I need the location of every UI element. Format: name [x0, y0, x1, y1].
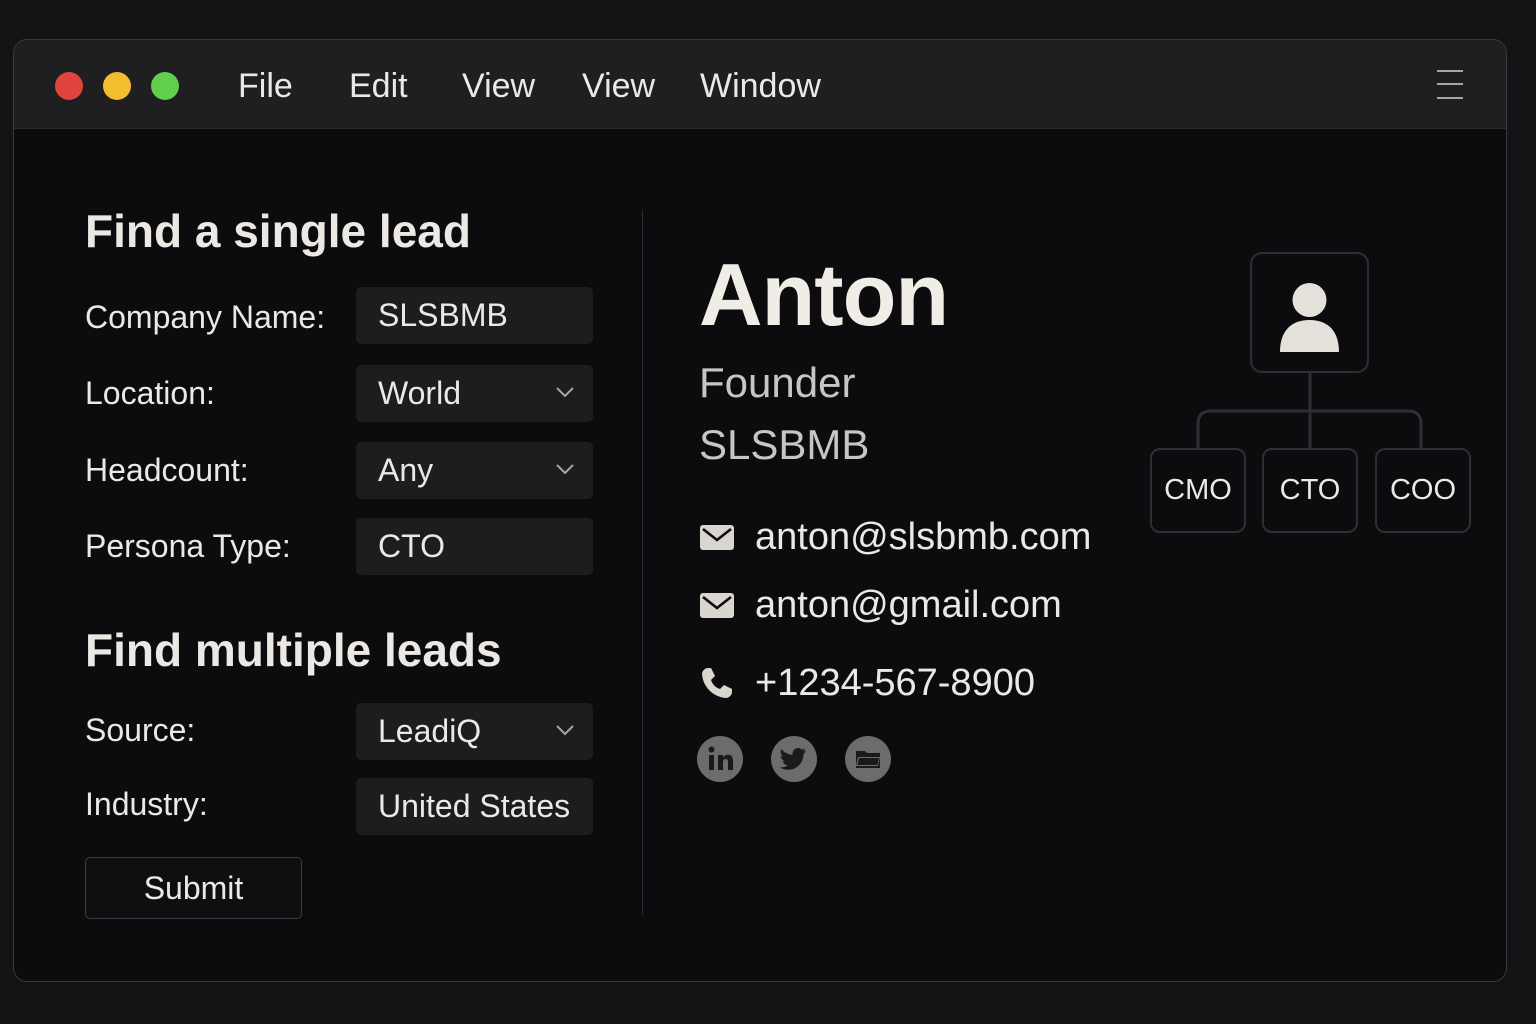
- contact-phone-text: +1234-567-8900: [755, 662, 1035, 704]
- chevron-down-icon: [556, 725, 574, 736]
- menu-view-2[interactable]: View: [582, 66, 655, 106]
- persona-type-input[interactable]: CTO: [356, 518, 593, 575]
- lead-name: Anton: [699, 245, 949, 344]
- lead-role: Founder: [699, 359, 856, 406]
- industry-label: Industry:: [85, 786, 208, 822]
- org-chart-root[interactable]: [1250, 252, 1369, 373]
- linkedin-icon[interactable]: [697, 736, 743, 782]
- source-select[interactable]: LeadiQ: [356, 703, 593, 760]
- industry-input[interactable]: United States: [356, 778, 593, 835]
- industry-value: United States: [378, 788, 571, 824]
- menu-edit[interactable]: Edit: [349, 66, 408, 106]
- multiple-leads-title: Find multiple leads: [85, 624, 502, 676]
- twitter-icon[interactable]: [771, 736, 817, 782]
- headcount-value: Any: [378, 452, 434, 488]
- location-select[interactable]: World: [356, 365, 593, 422]
- org-node-cmo[interactable]: CMO: [1150, 448, 1246, 533]
- company-name-value: SLSBMB: [378, 297, 508, 333]
- headcount-select[interactable]: Any: [356, 442, 593, 499]
- persona-type-value: CTO: [378, 528, 445, 564]
- headcount-label: Headcount:: [85, 452, 249, 488]
- mail-icon: [700, 525, 734, 550]
- title-bar: File Edit View View Window: [14, 40, 1506, 129]
- minimize-window-button[interactable]: [103, 72, 131, 100]
- company-name-input[interactable]: SLSBMB: [356, 287, 593, 344]
- org-node-coo[interactable]: COO: [1375, 448, 1471, 533]
- mail-icon: [700, 593, 734, 618]
- chevron-down-icon: [556, 387, 574, 398]
- menu-view[interactable]: View: [462, 66, 535, 106]
- lead-company: SLSBMB: [699, 421, 870, 468]
- source-value: LeadiQ: [378, 713, 482, 749]
- submit-button[interactable]: Submit: [85, 857, 302, 919]
- location-value: World: [378, 375, 461, 411]
- single-lead-title: Find a single lead: [85, 205, 471, 257]
- company-name-label: Company Name:: [85, 299, 326, 335]
- person-icon: [1280, 283, 1339, 352]
- zoom-window-button[interactable]: [151, 72, 179, 100]
- app-window: File Edit View View Window Find a single…: [13, 39, 1507, 982]
- phone-icon: [702, 668, 732, 698]
- hamburger-menu-icon[interactable]: [1437, 70, 1463, 100]
- chevron-down-icon: [556, 464, 574, 475]
- contact-email-personal-text: anton@gmail.com: [755, 584, 1062, 626]
- folder-icon[interactable]: [845, 736, 891, 782]
- source-label: Source:: [85, 712, 196, 748]
- menu-file[interactable]: File: [238, 66, 293, 106]
- close-window-button[interactable]: [55, 72, 83, 100]
- contact-email-work-text: anton@slsbmb.com: [755, 516, 1092, 558]
- persona-type-label: Persona Type:: [85, 528, 291, 564]
- menu-window[interactable]: Window: [700, 66, 821, 106]
- panel-divider: [642, 210, 643, 915]
- org-node-cto[interactable]: CTO: [1262, 448, 1358, 533]
- location-label: Location:: [85, 375, 215, 411]
